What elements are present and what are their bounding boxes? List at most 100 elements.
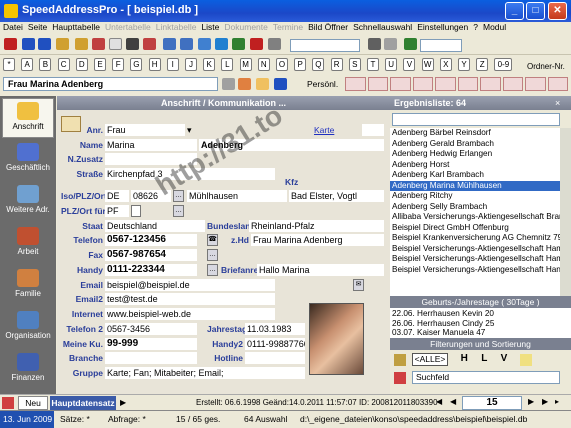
ortsteil-field[interactable]: Bad Elster, Vogtl xyxy=(289,190,384,202)
menu-item[interactable]: Haupttabelle xyxy=(52,22,100,35)
page-number[interactable]: 15 xyxy=(462,396,522,410)
geburts-item[interactable]: 26.06. Herrhausen Cindy 25 xyxy=(392,319,494,328)
alphabet-button[interactable]: F xyxy=(112,58,125,71)
geburts-list[interactable]: 22.06. Herrhausen Kevin 20 26.06. Herrhau… xyxy=(390,308,571,338)
open-icon[interactable] xyxy=(56,38,69,50)
filter-funnel-icon[interactable] xyxy=(394,354,406,366)
save-icon[interactable] xyxy=(232,38,245,50)
minimize-button[interactable]: _ xyxy=(505,2,524,20)
result-item[interactable]: Adenberg Horst xyxy=(390,160,560,171)
alphabet-button[interactable]: X xyxy=(439,58,452,71)
result-item[interactable]: Allibaba Versicherungs-Aktiengesellschaf… xyxy=(390,212,560,223)
alphabet-button[interactable]: B xyxy=(39,58,52,71)
alphabet-button[interactable]: Y xyxy=(458,58,470,71)
result-item[interactable]: Beispiel Versicherungs-Aktiengesellschaf… xyxy=(390,254,560,265)
list-icon[interactable] xyxy=(198,38,211,50)
tools-icon[interactable] xyxy=(368,38,381,50)
filter-letter[interactable]: L xyxy=(481,353,487,366)
prev-record-icon[interactable]: ◀ xyxy=(450,397,456,406)
alphabet-button[interactable]: I xyxy=(166,58,179,71)
settings-icon[interactable] xyxy=(268,38,281,50)
alphabet-button[interactable]: H xyxy=(148,58,161,71)
nav-arbeit[interactable]: Arbeit xyxy=(2,224,54,264)
strasse-field[interactable]: Kirchenpfad 3 xyxy=(105,168,275,180)
filter-letter[interactable]: V xyxy=(501,353,508,366)
result-item[interactable]: Beispiel Versicherungs-Aktiengesellschaf… xyxy=(390,244,560,255)
print-icon[interactable] xyxy=(143,38,156,50)
karte-link[interactable]: Karte xyxy=(314,125,334,135)
briefanrede-field[interactable]: Hallo Marina xyxy=(257,264,384,276)
filter-all-button[interactable]: <ALLE> xyxy=(412,353,448,366)
menu-item[interactable]: Schnellauswahl xyxy=(353,22,412,35)
jahrestag-field[interactable]: 11.03.1983 xyxy=(245,323,305,335)
anr-field[interactable]: Frau xyxy=(105,124,185,136)
telefon-dial-button[interactable]: ☎ xyxy=(207,234,218,246)
email-send-button[interactable]: ✉ xyxy=(353,279,364,291)
fax-field[interactable]: 0567-987654 xyxy=(105,249,197,261)
alphabet-button[interactable]: W xyxy=(421,58,434,71)
alphabet-button[interactable]: 0-9 xyxy=(494,58,513,71)
alphabet-button[interactable]: L xyxy=(221,58,234,71)
stop-icon[interactable] xyxy=(4,38,17,50)
plzort-lookup-button[interactable]: … xyxy=(173,205,184,217)
last-record-icon[interactable]: ▶ xyxy=(542,397,548,406)
nachname-field[interactable]: Adenberg xyxy=(199,139,384,151)
alphabet-button[interactable]: G xyxy=(130,58,143,71)
alphabet-button[interactable]: * xyxy=(3,58,15,71)
alphabet-button[interactable]: P xyxy=(294,58,307,71)
email-field[interactable]: beispiel@beispiel.de xyxy=(105,279,275,291)
nav-weitereadr[interactable]: Weitere Adr. xyxy=(2,182,54,222)
new-record-icon[interactable] xyxy=(75,38,88,50)
staat-field[interactable]: Deutschland xyxy=(105,220,205,232)
alphabet-button[interactable]: D xyxy=(75,58,88,71)
result-item[interactable]: Beispiel Versicherungs-Aktiengesellschaf… xyxy=(390,265,560,276)
tab-hauptdatensatz[interactable]: Hauptdatensatz xyxy=(50,396,116,410)
suchfeld-combo[interactable]: Suchfeld xyxy=(412,371,560,384)
alphabet-button[interactable]: T xyxy=(367,58,379,71)
grid-icon[interactable] xyxy=(180,38,193,50)
alphabet-button[interactable]: E xyxy=(94,58,106,71)
toolbar-combo[interactable] xyxy=(290,39,360,52)
alphabet-button[interactable]: J xyxy=(185,58,197,71)
next-record-icon[interactable]: ▶ xyxy=(528,397,534,406)
maximize-button[interactable]: □ xyxy=(526,2,545,20)
geburts-item[interactable]: 22.06. Herrhausen Kevin 20 xyxy=(392,309,494,318)
refresh-icon[interactable] xyxy=(215,38,228,50)
contact-photo[interactable] xyxy=(309,303,364,375)
nav-arrow-icon[interactable]: ▶ xyxy=(120,398,126,407)
result-scrollbar[interactable] xyxy=(560,128,571,296)
alphabet-button[interactable]: Z xyxy=(476,58,489,71)
table-icon[interactable] xyxy=(163,38,176,50)
gruppe-field[interactable]: Karte; Fan; Mitabeiter; Email; xyxy=(105,367,305,379)
result-item[interactable]: Adenberg Bärbel Reinsdorf xyxy=(390,128,560,139)
word-icon[interactable] xyxy=(274,78,287,90)
alphabet-button[interactable]: M xyxy=(239,58,252,71)
result-filter-combo[interactable] xyxy=(392,113,560,126)
alphabet-button[interactable]: O xyxy=(276,58,288,71)
first-record-icon[interactable] xyxy=(126,38,139,50)
result-item[interactable]: Adenberg Hedwig Erlangen xyxy=(390,149,560,160)
fax-button[interactable]: … xyxy=(207,249,218,261)
menu-item[interactable]: Liste xyxy=(201,22,219,35)
forward-arrow-icon[interactable] xyxy=(38,38,51,50)
module-combo[interactable] xyxy=(420,39,462,52)
filter-option-icon[interactable] xyxy=(394,372,406,384)
nav-finanzen[interactable]: Finanzen xyxy=(2,350,54,390)
mail-icon[interactable] xyxy=(256,78,269,90)
geburts-item[interactable]: 03.07. Kaiser Manuela 47 xyxy=(392,328,485,337)
result-item[interactable]: Adenberg Ritchy xyxy=(390,191,560,202)
plzort-fuer-field[interactable]: PF xyxy=(105,205,129,217)
hotline-field[interactable] xyxy=(245,352,305,364)
close-button[interactable]: ✕ xyxy=(548,2,567,20)
nav-geschftlich[interactable]: Geschäftlich xyxy=(2,140,54,180)
extra-nav-icon[interactable]: ▸ xyxy=(555,397,559,406)
cut-icon[interactable] xyxy=(92,38,105,50)
delete-icon[interactable] xyxy=(109,38,122,50)
nav-anschrift[interactable]: Anschrift xyxy=(2,98,54,138)
internet-field[interactable]: www.beispiel-web.de xyxy=(105,308,275,320)
plz-field[interactable]: 08626 xyxy=(131,190,171,202)
menu-item[interactable]: Seite xyxy=(28,22,47,35)
first-record-icon[interactable]: ◀ xyxy=(436,397,442,406)
nzusatz-field[interactable] xyxy=(105,153,197,165)
karte-field[interactable] xyxy=(362,124,384,136)
